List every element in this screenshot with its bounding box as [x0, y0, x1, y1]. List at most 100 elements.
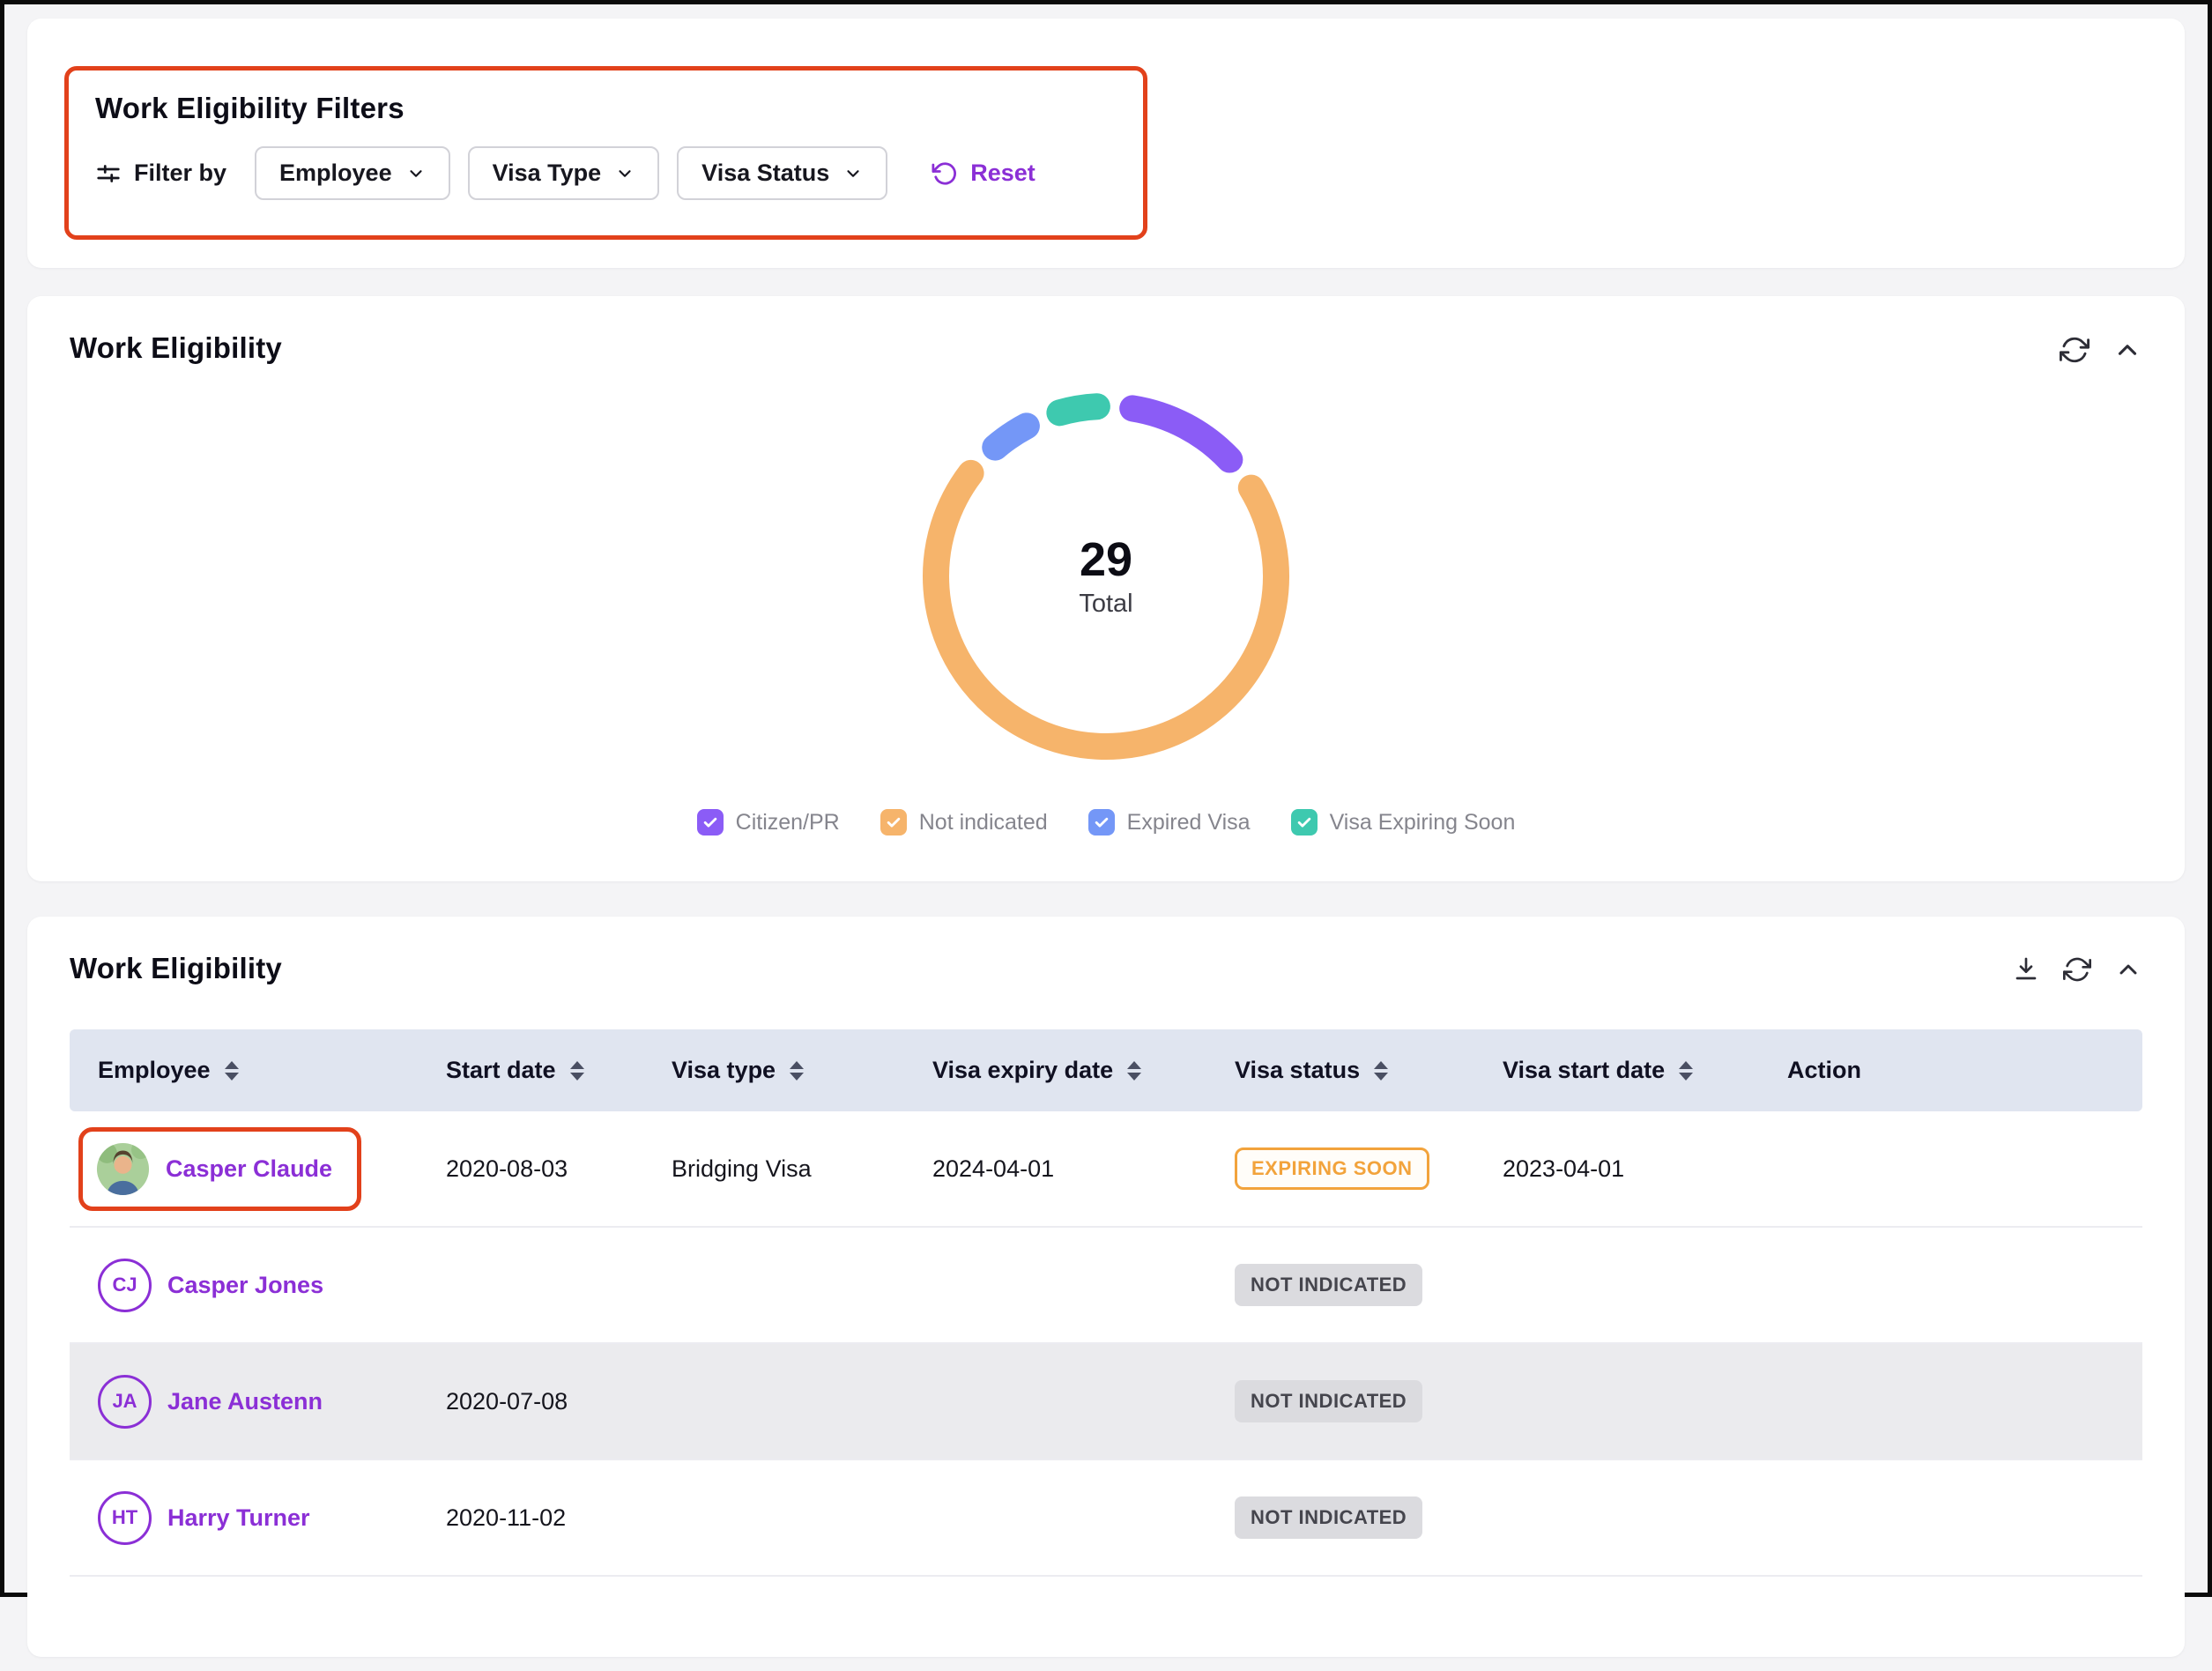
visa-status-filter-dropdown[interactable]: Visa Status — [677, 146, 887, 200]
sort-arrows-icon[interactable] — [1374, 1061, 1388, 1081]
portrait-photo — [96, 1142, 150, 1196]
employee-link[interactable]: CJ Casper Jones — [98, 1259, 323, 1312]
work-eligibility-chart-card: Work Eligibility 29 Total Citizen/PR Not … — [27, 296, 2185, 881]
visa-start-date-cell: 2023-04-01 — [1474, 1155, 1759, 1183]
table-header-row: Employee Start date Visa type Visa expiry d… — [70, 1029, 2142, 1111]
download-icon — [2012, 955, 2040, 984]
donut-segment-citizen-pr[interactable] — [1132, 408, 1229, 459]
donut-segment-visa-expiring-soon[interactable] — [1059, 406, 1097, 412]
chevron-down-icon — [615, 164, 635, 183]
start-date-cell: 2020-07-08 — [418, 1388, 643, 1415]
download-button[interactable] — [2012, 955, 2040, 984]
table-card-header: Work Eligibility — [70, 952, 2142, 985]
dropdown-label: Visa Status — [701, 160, 829, 187]
donut-chart: 29 Total — [903, 374, 1309, 779]
legend-checkbox[interactable] — [1291, 809, 1318, 836]
sync-icon — [2060, 335, 2090, 365]
table-body: Casper Claude2020-08-03Bridging Visa2024… — [70, 1111, 2142, 1577]
start-date-cell: 2020-08-03 — [418, 1155, 643, 1183]
sort-arrows-icon[interactable] — [570, 1061, 584, 1081]
donut-segment-expired-visa[interactable] — [995, 426, 1027, 447]
column-label: Action — [1787, 1057, 1861, 1084]
table-card-actions — [2012, 955, 2142, 984]
visa-status-cell: EXPIRING SOON — [1206, 1147, 1474, 1190]
employee-name-link[interactable]: Harry Turner — [167, 1504, 310, 1532]
column-header-visa-status[interactable]: Visa status — [1206, 1057, 1474, 1084]
sort-arrows-icon[interactable] — [225, 1061, 239, 1081]
reset-button[interactable]: Reset — [932, 160, 1035, 187]
work-eligibility-table: Employee Start date Visa type Visa expiry d… — [70, 1029, 2142, 1577]
refresh-button[interactable] — [2063, 955, 2091, 984]
table-row: JA Jane Austenn 2020-07-08 NOT INDICATED — [70, 1344, 2142, 1460]
tune-icon — [95, 160, 122, 187]
column-header-action: Action — [1759, 1057, 2142, 1084]
checkmark-icon — [1295, 813, 1313, 831]
reset-label: Reset — [970, 160, 1035, 187]
page: Work Eligibility Filters Filter by Emplo… — [4, 4, 2208, 1671]
work-eligibility-table-card: Work Eligibility Employee Start date Visa … — [27, 917, 2185, 1657]
column-header-start-date[interactable]: Start date — [418, 1057, 643, 1084]
employee-link-highlighted[interactable]: Casper Claude — [78, 1127, 361, 1211]
sync-icon — [2063, 955, 2091, 984]
employee-link[interactable]: JA Jane Austenn — [98, 1375, 323, 1429]
column-header-visa-type[interactable]: Visa type — [643, 1057, 904, 1084]
visa-status-badge: EXPIRING SOON — [1235, 1147, 1429, 1190]
legend-item: Not indicated — [880, 809, 1048, 836]
visa-status-badge: NOT INDICATED — [1235, 1380, 1422, 1422]
table-row: CJCasper JonesNOT INDICATED — [70, 1228, 2142, 1344]
legend-checkbox[interactable] — [1088, 809, 1115, 836]
collapse-button[interactable] — [2112, 335, 2142, 365]
column-label: Visa type — [672, 1057, 776, 1084]
employee-cell: HT Harry Turner — [70, 1491, 418, 1545]
visa-status-cell: NOT INDICATED — [1206, 1380, 1474, 1422]
table-row: HT Harry Turner 2020-11-02 NOT INDICATED — [70, 1460, 2142, 1577]
rotate-ccw-icon — [932, 160, 958, 187]
employee-avatar-initials[interactable]: HT — [98, 1491, 152, 1545]
column-header-visa-expiry-date[interactable]: Visa expiry date — [904, 1057, 1206, 1084]
refresh-button[interactable] — [2060, 335, 2090, 365]
employee-name-link[interactable]: Casper Jones — [167, 1272, 323, 1299]
checkmark-icon — [885, 813, 902, 831]
column-label: Visa start date — [1503, 1057, 1665, 1084]
filters-highlight-outline: Work Eligibility Filters Filter by Emplo… — [64, 66, 1147, 240]
chevron-down-icon — [843, 164, 863, 183]
collapse-button[interactable] — [2114, 955, 2142, 984]
chart-card-actions — [2060, 335, 2142, 365]
legend-label: Citizen/PR — [736, 810, 840, 836]
employee-cell: JA Jane Austenn — [70, 1375, 418, 1429]
column-label: Visa status — [1235, 1057, 1360, 1084]
legend-checkbox[interactable] — [697, 809, 724, 836]
filters-card: Work Eligibility Filters Filter by Emplo… — [27, 19, 2185, 268]
legend-label: Visa Expiring Soon — [1330, 810, 1516, 836]
sort-arrows-icon[interactable] — [1127, 1061, 1141, 1081]
employee-filter-dropdown[interactable]: Employee — [255, 146, 450, 200]
employee-cell: CJ Casper Jones — [70, 1259, 418, 1312]
sort-arrows-icon[interactable] — [790, 1061, 804, 1081]
visa-status-cell: NOT INDICATED — [1206, 1496, 1474, 1539]
employee-name-link[interactable]: Jane Austenn — [167, 1388, 323, 1415]
chart-card-title: Work Eligibility — [70, 331, 282, 365]
start-date-cell: 2020-11-02 — [418, 1504, 643, 1532]
employee-link[interactable]: HT Harry Turner — [98, 1491, 310, 1545]
visa-status-badge: NOT INDICATED — [1235, 1496, 1422, 1539]
chevron-up-icon — [2114, 955, 2142, 984]
checkmark-icon — [1093, 813, 1110, 831]
employee-cell: Casper Claude — [70, 1127, 418, 1211]
employee-avatar-initials[interactable]: JA — [98, 1375, 152, 1429]
employee-avatar-initials[interactable]: CJ — [98, 1259, 152, 1312]
visa-type-filter-dropdown[interactable]: Visa Type — [468, 146, 660, 200]
column-label: Employee — [98, 1057, 211, 1084]
donut-segment-not-indicated[interactable] — [936, 473, 1276, 746]
column-header-visa-start-date[interactable]: Visa start date — [1474, 1057, 1759, 1084]
column-label: Visa expiry date — [932, 1057, 1113, 1084]
employee-avatar-photo[interactable] — [96, 1142, 150, 1196]
checkmark-icon — [701, 813, 719, 831]
sort-arrows-icon[interactable] — [1679, 1061, 1693, 1081]
filter-row: Filter by Employee Visa Type Visa Status — [95, 146, 1117, 200]
legend-checkbox[interactable] — [880, 809, 907, 836]
legend-item: Citizen/PR — [697, 809, 840, 836]
chart-legend: Citizen/PRNot indicatedExpired VisaVisa … — [70, 809, 2142, 836]
column-header-employee[interactable]: Employee — [70, 1057, 418, 1084]
employee-name-link[interactable]: Casper Claude — [166, 1155, 332, 1183]
legend-label: Not indicated — [919, 810, 1048, 836]
